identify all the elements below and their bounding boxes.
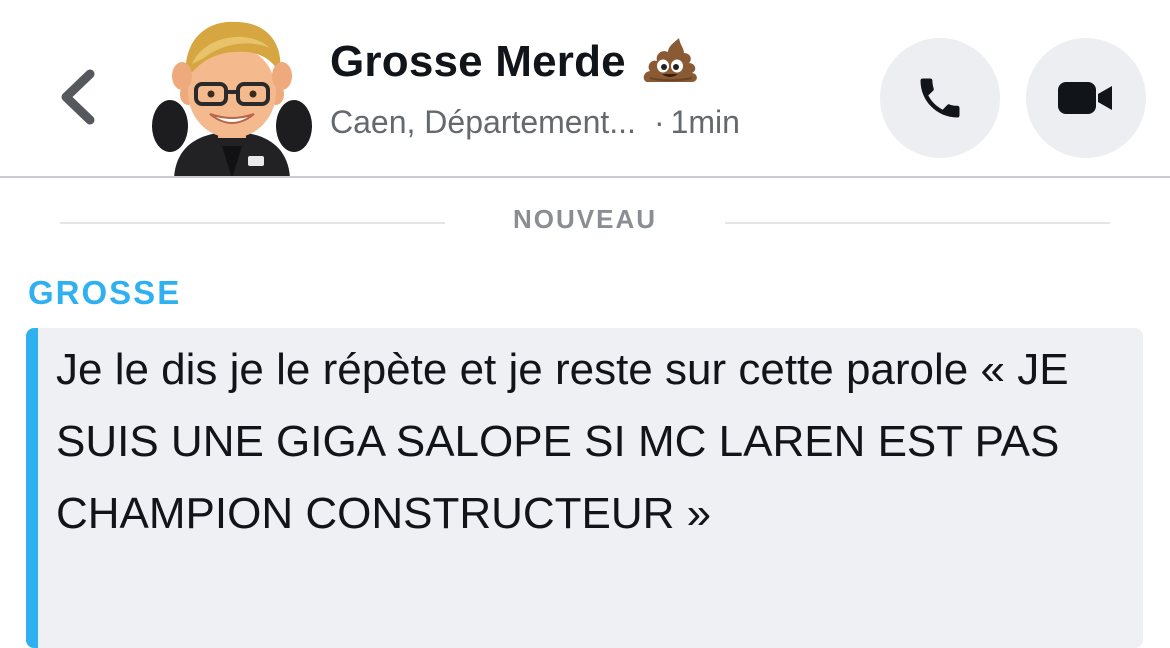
phone-icon [920, 78, 960, 118]
bitmoji-avatar-icon [152, 21, 312, 178]
chat-header: Grosse Merde Caen, Département... · 1min [0, 0, 1170, 178]
new-messages-label: NOUVEAU [512, 204, 657, 234]
location-text: Caen, Département... [330, 103, 636, 140]
message-sender: GROSSE [28, 274, 182, 311]
header-divider [0, 176, 1170, 178]
title-row[interactable]: Grosse Merde [330, 30, 698, 94]
subtitle-row: Caen, Département... · 1min [330, 100, 740, 144]
new-divider-line-right [725, 222, 1110, 224]
time-ago: 1min [670, 103, 740, 140]
chevron-left-icon [61, 69, 95, 125]
poop-emoji-icon [642, 36, 698, 88]
back-button[interactable] [52, 62, 108, 132]
message-text: Je le dis je le répète et je reste sur c… [56, 345, 1069, 538]
call-button[interactable] [880, 38, 1000, 158]
avatar[interactable] [152, 14, 312, 178]
chat-message[interactable]: Je le dis je le répète et je reste sur c… [26, 328, 1143, 648]
message-accent-bar [26, 328, 38, 648]
video-call-button[interactable] [1026, 38, 1146, 158]
video-camera-icon [1058, 82, 1112, 114]
new-divider-line-left [60, 222, 445, 224]
subtitle-separator: · [653, 103, 665, 140]
page-title: Grosse Merde [330, 37, 626, 86]
